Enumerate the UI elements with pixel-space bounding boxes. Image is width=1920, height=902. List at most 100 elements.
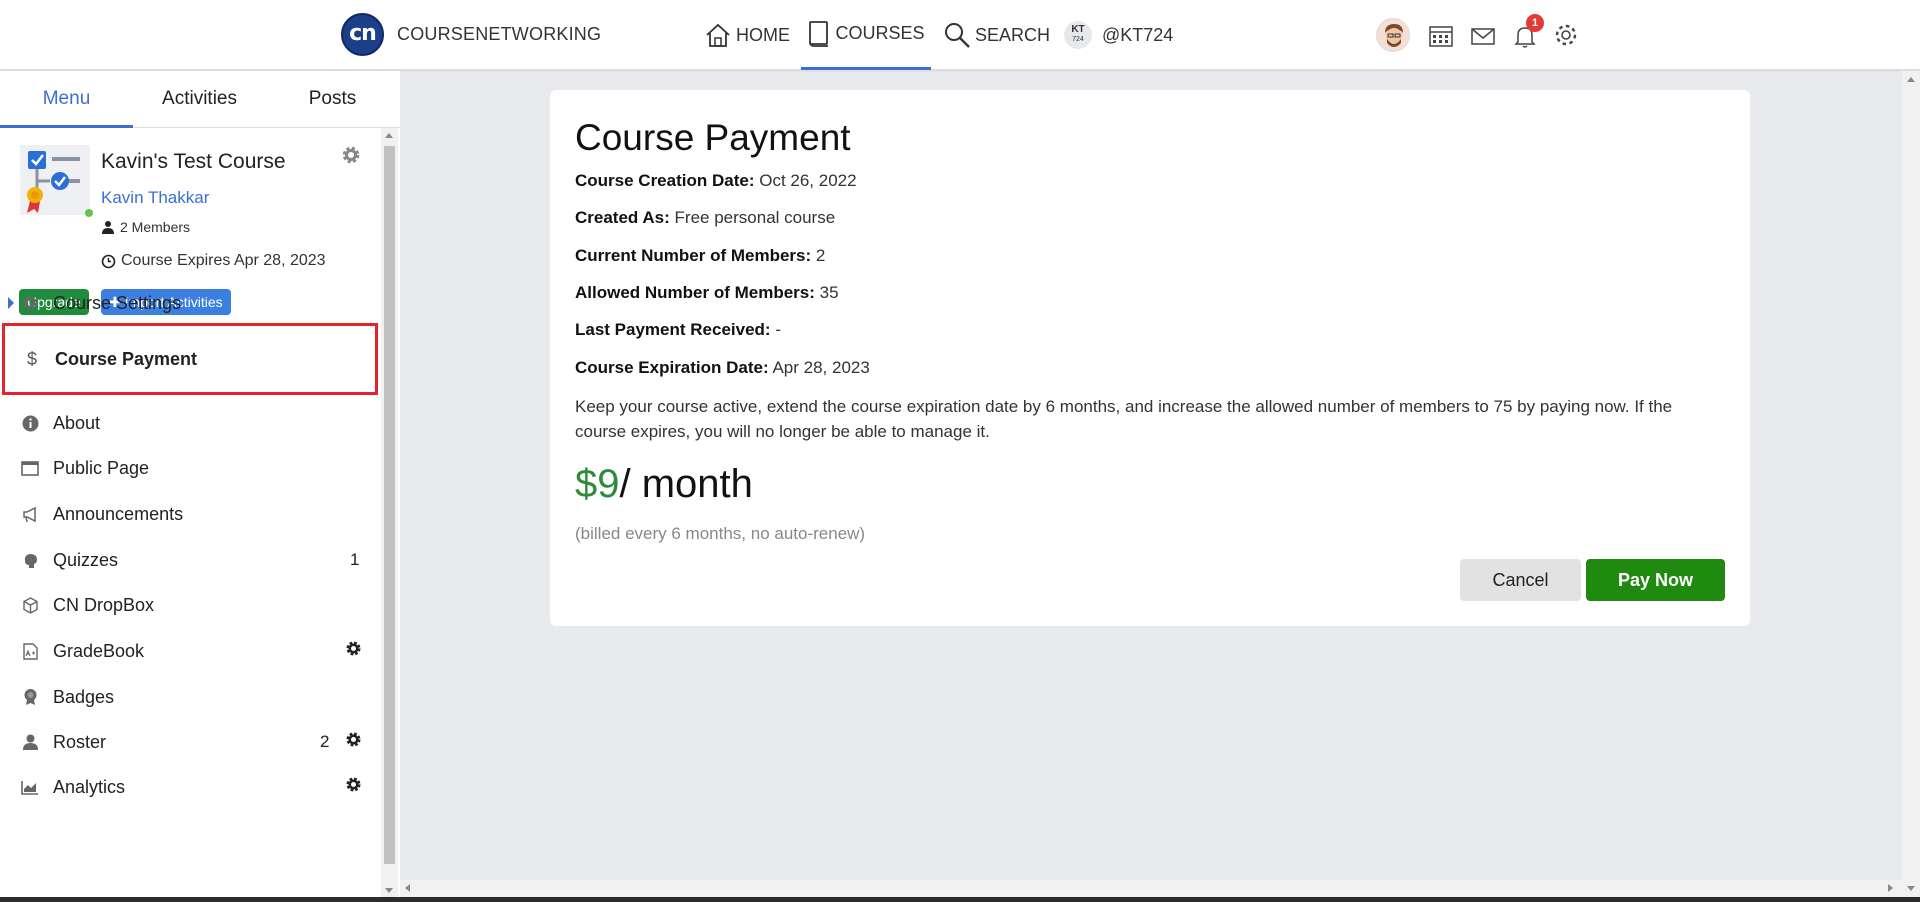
- gradebook-settings-button[interactable]: [345, 640, 362, 662]
- info-label: Last Payment Received:: [575, 320, 771, 339]
- gradebook-icon: [20, 642, 40, 660]
- brand-name[interactable]: COURSENETWORKING: [397, 24, 601, 45]
- user-avatar-badge: KT 724: [1064, 21, 1092, 49]
- info-icon: [20, 415, 40, 432]
- tab-posts[interactable]: Posts: [266, 71, 399, 128]
- taskbar-edge: [0, 897, 1920, 902]
- sidebar-item-about[interactable]: About: [0, 401, 378, 445]
- cancel-button[interactable]: Cancel: [1460, 559, 1581, 601]
- main-horizontal-scrollbar[interactable]: [400, 880, 1902, 897]
- page-title: Course Payment: [575, 117, 851, 158]
- scroll-right-arrow-icon[interactable]: [1888, 884, 1893, 892]
- billing-note: (billed every 6 months, no auto-renew): [575, 524, 866, 543]
- info-expiration-date: Course Expiration Date: Apr 28, 2023: [575, 358, 870, 378]
- scroll-up-arrow-icon[interactable]: [385, 133, 393, 138]
- megaphone-icon: [20, 506, 40, 523]
- badge-icon: [20, 688, 40, 706]
- info-value: 2: [815, 246, 826, 265]
- online-status-dot: [85, 209, 93, 217]
- sidebar-item-label: Badges: [53, 686, 115, 707]
- course-expiry-label: Course Expires Apr 28, 2023: [121, 252, 326, 269]
- analytics-settings-button[interactable]: [345, 776, 362, 798]
- calendar-button[interactable]: [1428, 18, 1454, 52]
- sidebar: Menu Activities Posts Kavin's Test Cours…: [0, 71, 400, 902]
- info-label: Course Expiration Date:: [575, 358, 769, 377]
- calendar-icon: [1429, 26, 1453, 47]
- info-value: Oct 26, 2022: [759, 171, 857, 190]
- info-label: Course Creation Date:: [575, 171, 755, 190]
- expand-caret-icon[interactable]: [8, 297, 14, 309]
- nav-search[interactable]: SEARCH: [943, 0, 1050, 70]
- tab-activities[interactable]: Activities: [133, 71, 266, 128]
- sidebar-item-roster[interactable]: Roster 2: [0, 720, 378, 764]
- info-value: 35: [819, 283, 839, 302]
- course-image[interactable]: [20, 145, 90, 215]
- course-title[interactable]: Kavin's Test Course: [101, 150, 286, 174]
- info-label: Created As:: [575, 208, 670, 227]
- dollar-icon: $: [26, 348, 37, 369]
- messages-button[interactable]: [1470, 18, 1496, 52]
- course-expiry: Course Expires Apr 28, 2023: [101, 252, 326, 270]
- sidebar-item-gradebook[interactable]: GradeBook: [0, 629, 378, 673]
- scroll-down-arrow-icon[interactable]: [385, 888, 393, 893]
- sidebar-item-label: Public Page: [53, 457, 150, 478]
- scroll-down-arrow-icon[interactable]: [1907, 886, 1915, 891]
- sidebar-item-label: Announcements: [53, 503, 184, 524]
- nav-search-label: SEARCH: [975, 24, 1051, 45]
- nav-home-label: HOME: [736, 24, 790, 45]
- info-allowed-members: Allowed Number of Members: 35: [575, 283, 839, 303]
- scroll-up-arrow-icon[interactable]: [1907, 77, 1915, 82]
- logo[interactable]: cn: [341, 13, 384, 56]
- sidebar-item-public-page[interactable]: Public Page: [0, 446, 378, 490]
- nav-courses[interactable]: COURSES: [801, 0, 931, 70]
- chart-icon: [20, 780, 40, 795]
- nav-home[interactable]: HOME: [704, 0, 790, 70]
- course-owner-link[interactable]: Kavin Thakkar: [101, 188, 209, 208]
- sidebar-item-label: CN DropBox: [53, 594, 155, 615]
- sidebar-item-label: Course Payment: [55, 348, 198, 369]
- price-amount: $9: [575, 462, 620, 506]
- course-members[interactable]: 2 Members: [101, 219, 190, 235]
- user-avatar[interactable]: [1376, 18, 1410, 52]
- gear-icon: [346, 732, 361, 747]
- gear-icon: [346, 777, 361, 792]
- window-icon: [20, 460, 40, 476]
- sidebar-item-announcements[interactable]: Announcements: [0, 492, 378, 536]
- sidebar-tabs: Menu Activities Posts: [0, 71, 400, 128]
- main-vertical-scrollbar[interactable]: [1902, 71, 1920, 902]
- sidebar-item-badges[interactable]: Badges: [0, 675, 378, 719]
- pay-now-button[interactable]: Pay Now: [1586, 559, 1725, 601]
- brain-icon: [20, 552, 40, 569]
- nav-user-profile[interactable]: KT 724 @KT724: [1064, 0, 1173, 70]
- user-initials: KT: [1071, 24, 1085, 35]
- roster-settings-button[interactable]: [345, 731, 362, 753]
- sidebar-item-course-settings[interactable]: Course Settings: [0, 281, 378, 325]
- quizzes-count: 1: [350, 550, 360, 569]
- sidebar-scrollbar[interactable]: [381, 128, 398, 902]
- sidebar-item-analytics[interactable]: Analytics: [0, 765, 378, 809]
- payment-description: Keep your course active, extend the cour…: [575, 397, 1673, 441]
- info-created-as: Created As: Free personal course: [575, 208, 835, 228]
- settings-button[interactable]: [1553, 18, 1579, 52]
- home-icon: [706, 23, 730, 47]
- price-period: / month: [619, 462, 753, 506]
- gear-icon: [1555, 24, 1577, 46]
- scroll-left-arrow-icon[interactable]: [405, 884, 410, 892]
- sidebar-scroll-thumb[interactable]: [384, 146, 395, 864]
- person-icon: [102, 221, 114, 234]
- tab-menu[interactable]: Menu: [0, 71, 133, 128]
- clock-icon: [101, 254, 116, 268]
- sidebar-item-label: About: [53, 412, 101, 433]
- sidebar-item-label: Analytics: [53, 776, 126, 797]
- course-members-label: 2 Members: [120, 219, 191, 235]
- sidebar-item-cn-dropbox[interactable]: CN DropBox: [0, 583, 378, 627]
- sidebar-item-course-payment[interactable]: $ Course Payment: [2, 323, 378, 395]
- notification-count-badge: 1: [1526, 14, 1544, 32]
- sidebar-item-label: GradeBook: [53, 640, 145, 661]
- course-card-settings-button[interactable]: [341, 145, 361, 170]
- info-last-payment: Last Payment Received: -: [575, 320, 781, 340]
- sidebar-item-quizzes[interactable]: Quizzes 1: [0, 538, 378, 582]
- info-label: Allowed Number of Members:: [575, 283, 815, 302]
- info-current-members: Current Number of Members: 2: [575, 246, 825, 266]
- book-icon: [809, 20, 829, 47]
